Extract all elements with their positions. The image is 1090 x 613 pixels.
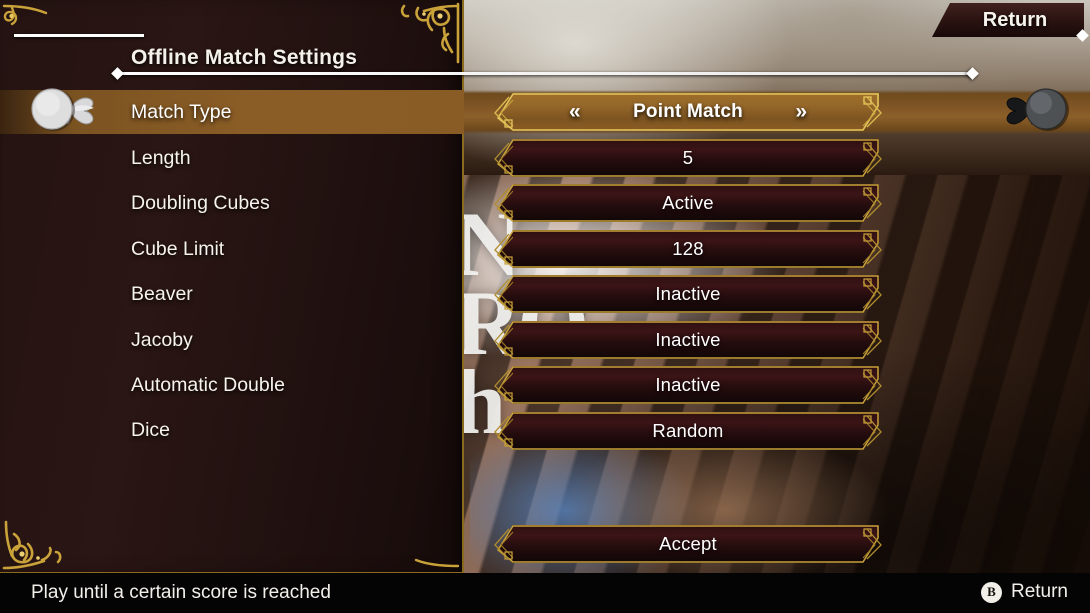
value-text-beaver: Inactive — [655, 283, 721, 304]
footer-button-prompt[interactable]: B Return — [980, 581, 1068, 603]
setting-value-jacoby[interactable]: Inactive — [494, 321, 882, 359]
setting-value-length[interactable]: 5 — [494, 139, 882, 177]
selection-marker-right — [978, 86, 1070, 134]
footer-bar: Play until a certain score is reached B … — [0, 573, 1090, 613]
value-text-dice: Random — [652, 420, 724, 441]
return-button[interactable]: Return — [932, 3, 1084, 37]
accept-button[interactable]: Accept — [494, 525, 882, 563]
value-text-automatic-double: Inactive — [655, 374, 721, 395]
next-value-arrow-icon[interactable]: » — [795, 93, 807, 131]
footer-hint-text: Play until a certain score is reached — [31, 582, 331, 603]
setting-value-beaver[interactable]: Inactive — [494, 275, 882, 313]
value-text-length: 5 — [682, 147, 694, 168]
settings-value-list: « Point Match » 5 Active 128 Inactive In… — [0, 0, 1090, 613]
value-text-cube-limit: 128 — [672, 238, 704, 259]
b-button-icon: B — [980, 581, 1002, 603]
footer-button-action-label: Return — [1010, 581, 1068, 602]
value-text-match-type: Point Match — [633, 101, 743, 122]
return-button-label: Return — [982, 8, 1048, 31]
selection-marker-left — [30, 86, 122, 134]
setting-value-automatic-double[interactable]: Inactive — [494, 366, 882, 404]
accept-button-label: Accept — [659, 533, 717, 554]
setting-value-dice[interactable]: Random — [494, 412, 882, 450]
title-underline — [117, 72, 974, 75]
return-button-underline — [14, 34, 144, 37]
setting-value-doubling-cubes[interactable]: Active — [494, 184, 882, 222]
value-text-doubling-cubes: Active — [662, 192, 714, 213]
value-text-jacoby: Inactive — [655, 329, 721, 350]
setting-value-match-type[interactable]: « Point Match » — [494, 93, 882, 131]
game-settings-screen: N RO h — [0, 0, 1090, 613]
setting-value-cube-limit[interactable]: 128 — [494, 230, 882, 268]
